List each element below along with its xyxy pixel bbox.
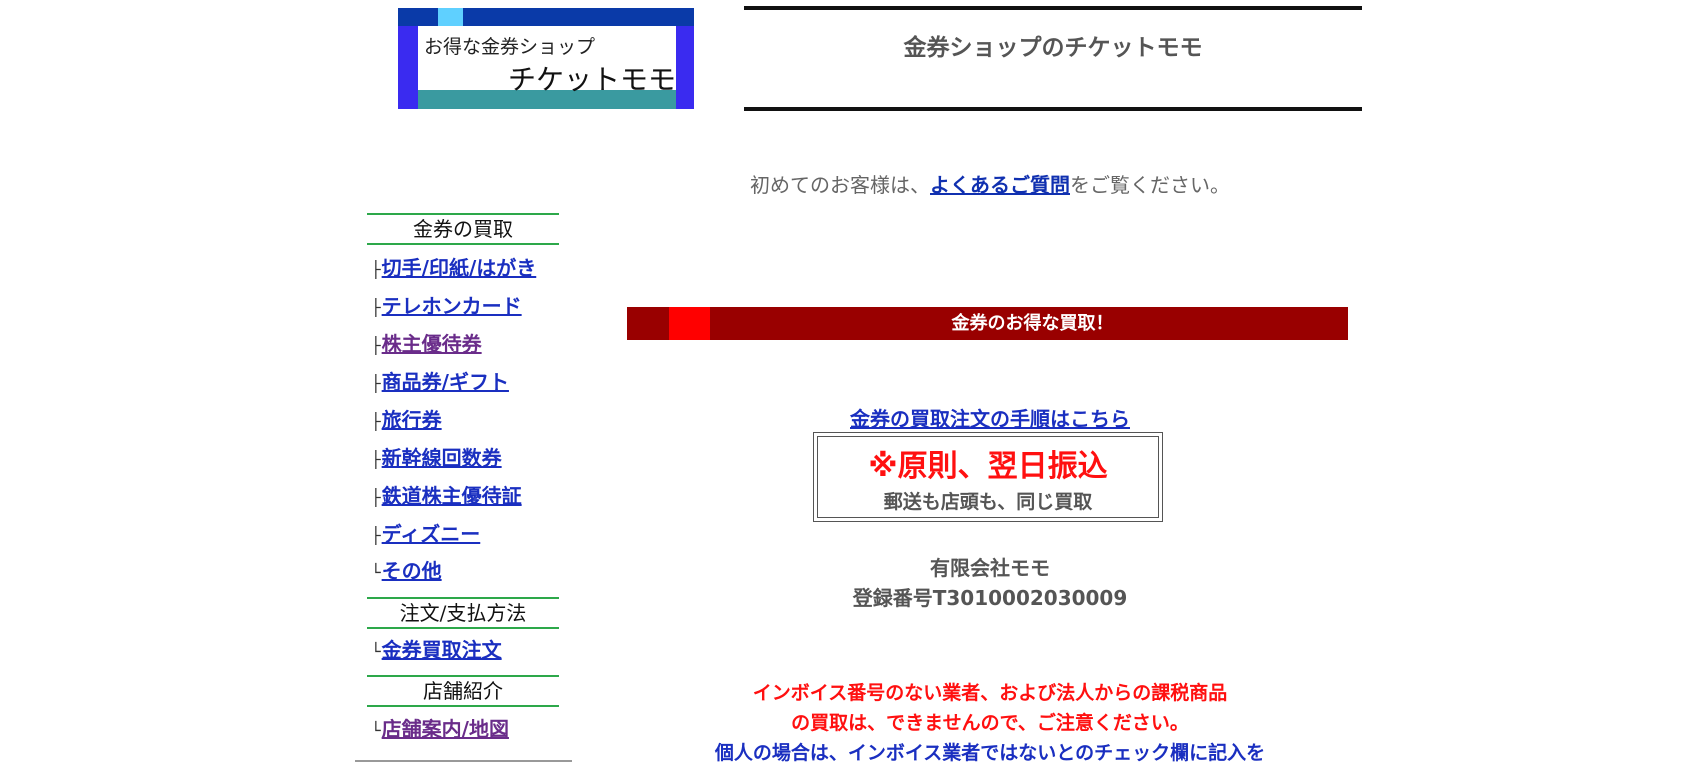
header-rule-bottom [744,107,1362,111]
sidebar-heading-store: 店舗紹介 [367,675,559,707]
next-day-transfer-headline: ※原則、翌日振込 [868,449,1108,484]
sidebar-item-buyback-order[interactable]: └金券買取注文 [371,634,502,663]
invoice-notice-line-2: の買取は、できませんので、ご注意ください。 [791,712,1189,734]
sidebar-divider [355,760,572,762]
header: 金券ショップのチケットモモ [744,6,1362,111]
sidebar-item-shinkansen-tickets[interactable]: ├新幹線回数券 [371,442,502,471]
sidebar-item-store-map[interactable]: └店舗案内/地図 [371,713,509,742]
site-logo[interactable]: お得な金券ショップ チケットモモ [398,8,694,109]
registration-number: 登録番号T3010002030009 [852,586,1128,610]
intro-text: 初めてのお客様は、よくあるご質問をご覧ください。 [600,169,1380,198]
sidebar-item-railway-shareholder[interactable]: ├鉄道株主優待証 [371,480,522,509]
order-procedure-link[interactable]: 金券の買取注文の手順はこちら [700,403,1280,432]
sidebar-heading-order: 注文/支払方法 [367,597,559,629]
sidebar-item-other[interactable]: └その他 [371,555,442,584]
logo-accent [438,8,463,26]
same-price-note: 郵送も店頭も、同じ買取 [883,491,1093,513]
logo-tagline: お得な金券ショップ [424,36,596,58]
sidebar-heading-buyback: 金券の買取 [367,213,559,245]
logo-shop-name: チケットモモ [508,63,677,96]
sidebar-item-stamps[interactable]: ├切手/印紙/はがき [371,252,536,281]
company-info: 有限会社モモ 登録番号T3010002030009 [700,553,1280,613]
faq-link[interactable]: よくあるご質問 [930,173,1070,197]
banner-title: 金券のお得な買取！ [951,313,1114,334]
company-name: 有限会社モモ [930,556,1050,580]
individual-notice-line-1: 個人の場合は、インボイス業者ではないとのチェック欄に記入を [714,742,1266,764]
intro-suffix: をご覧ください。 [1070,173,1230,197]
intro-prefix: 初めてのお客様は、 [750,173,930,197]
page-title: 金券ショップのチケットモモ [903,35,1203,61]
sidebar-item-travel-voucher[interactable]: ├旅行券 [371,404,442,433]
header-rule-top [744,6,1362,10]
invoice-notice-line-1: インボイス番号のない業者、および法人からの課税商品 [752,682,1228,704]
buyback-banner: 金券のお得な買取！ [627,307,1348,340]
sidebar-item-disney[interactable]: ├ディズニー [371,518,480,547]
page: お得な金券ショップ チケットモモ 金券ショップのチケットモモ 初めてのお客様は、… [0,0,1700,772]
sidebar-item-telephone-card[interactable]: ├テレホンカード [371,290,522,319]
payment-notice-box: ※原則、翌日振込 郵送も店頭も、同じ買取 [813,432,1163,522]
sidebar-item-gift-certificate[interactable]: ├商品券/ギフト [371,366,509,395]
sidebar-item-shareholder-voucher[interactable]: ├株主優待券 [371,328,482,357]
